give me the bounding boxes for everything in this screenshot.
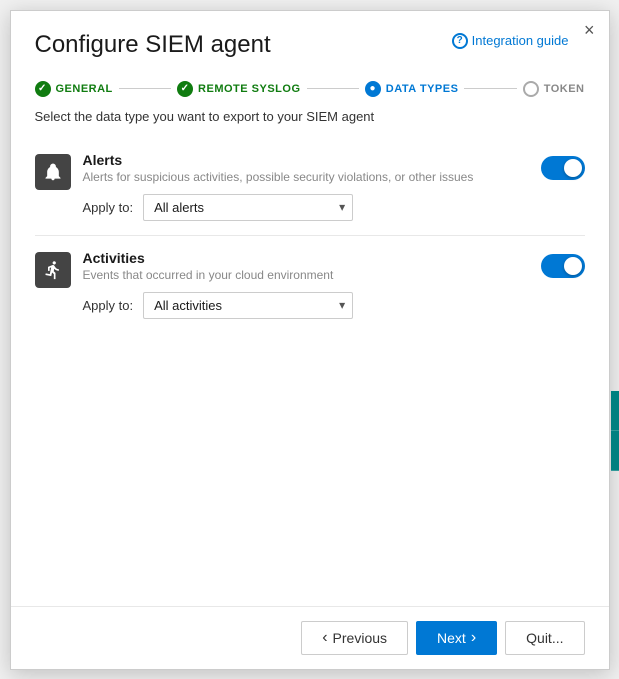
step-data-types-icon: ● bbox=[365, 81, 381, 97]
step-token-icon bbox=[523, 81, 539, 97]
alerts-toggle-thumb bbox=[564, 159, 582, 177]
chevron-left-icon bbox=[322, 629, 327, 647]
alerts-toggle-track[interactable] bbox=[541, 156, 585, 180]
activities-toggle-thumb bbox=[564, 257, 582, 275]
next-button[interactable]: Next bbox=[416, 621, 497, 655]
activities-description: Events that occurred in your cloud envir… bbox=[83, 268, 529, 282]
activities-toggle[interactable] bbox=[541, 254, 585, 278]
step-general-icon: ✓ bbox=[35, 81, 51, 97]
dialog-header: Configure SIEM agent ? Integration guide bbox=[11, 11, 609, 73]
previous-label: Previous bbox=[333, 630, 387, 646]
configure-siem-dialog: × Configure SIEM agent ? Integration gui… bbox=[10, 10, 610, 670]
step-data-types: ● DATA TYPES bbox=[365, 81, 459, 97]
activities-apply-select[interactable]: All activities Custom filter bbox=[143, 292, 353, 319]
step-remote-syslog-icon: ✓ bbox=[177, 81, 193, 97]
activities-apply-label: Apply to: bbox=[83, 298, 134, 313]
integration-guide-link[interactable]: ? Integration guide bbox=[452, 33, 569, 49]
dialog-footer: Previous Next Quit... bbox=[11, 606, 609, 669]
question-icon: ? bbox=[452, 33, 468, 49]
alerts-apply-row: Apply to: All alerts High severity Mediu… bbox=[83, 194, 529, 221]
quit-label: Quit... bbox=[526, 630, 563, 646]
quit-button[interactable]: Quit... bbox=[505, 621, 584, 655]
activities-info: Activities Events that occurred in your … bbox=[83, 250, 529, 319]
chat-tab[interactable] bbox=[611, 431, 619, 471]
alerts-select-wrapper: All alerts High severity Medium severity… bbox=[143, 194, 353, 221]
step-line-3 bbox=[464, 88, 516, 89]
alerts-info: Alerts Alerts for suspicious activities,… bbox=[83, 152, 529, 221]
step-remote-syslog: ✓ REMOTE SYSLOG bbox=[177, 81, 300, 97]
step-line-1 bbox=[119, 88, 171, 89]
alerts-apply-label: Apply to: bbox=[83, 200, 134, 215]
dialog-content: Select the data type you want to export … bbox=[11, 109, 609, 606]
side-tabs bbox=[611, 391, 619, 471]
alerts-apply-select[interactable]: All alerts High severity Medium severity… bbox=[143, 194, 353, 221]
activities-toggle-track[interactable] bbox=[541, 254, 585, 278]
close-button[interactable]: × bbox=[584, 21, 595, 39]
activities-icon bbox=[35, 252, 71, 288]
step-token-label: TOKEN bbox=[544, 83, 585, 95]
alerts-name: Alerts bbox=[83, 152, 529, 168]
integration-guide-label: Integration guide bbox=[472, 33, 569, 48]
select-instruction: Select the data type you want to export … bbox=[35, 109, 585, 124]
alerts-icon bbox=[35, 154, 71, 190]
activities-apply-row: Apply to: All activities Custom filter bbox=[83, 292, 529, 319]
step-line-2 bbox=[307, 88, 359, 89]
step-general: ✓ GENERAL bbox=[35, 81, 113, 97]
step-general-label: GENERAL bbox=[56, 83, 113, 95]
alerts-toggle[interactable] bbox=[541, 156, 585, 180]
next-label: Next bbox=[437, 630, 466, 646]
activities-select-wrapper: All activities Custom filter bbox=[143, 292, 353, 319]
chevron-right-icon bbox=[471, 629, 476, 647]
help-tab[interactable] bbox=[611, 391, 619, 431]
alerts-description: Alerts for suspicious activities, possib… bbox=[83, 170, 529, 184]
activities-item: Activities Events that occurred in your … bbox=[35, 236, 585, 333]
previous-button[interactable]: Previous bbox=[301, 621, 408, 655]
stepper: ✓ GENERAL ✓ REMOTE SYSLOG ● DATA TYPES T… bbox=[11, 73, 609, 109]
step-data-types-label: DATA TYPES bbox=[386, 83, 459, 95]
step-remote-syslog-label: REMOTE SYSLOG bbox=[198, 83, 300, 95]
activities-name: Activities bbox=[83, 250, 529, 266]
alerts-item: Alerts Alerts for suspicious activities,… bbox=[35, 138, 585, 236]
step-token: TOKEN bbox=[523, 81, 585, 97]
